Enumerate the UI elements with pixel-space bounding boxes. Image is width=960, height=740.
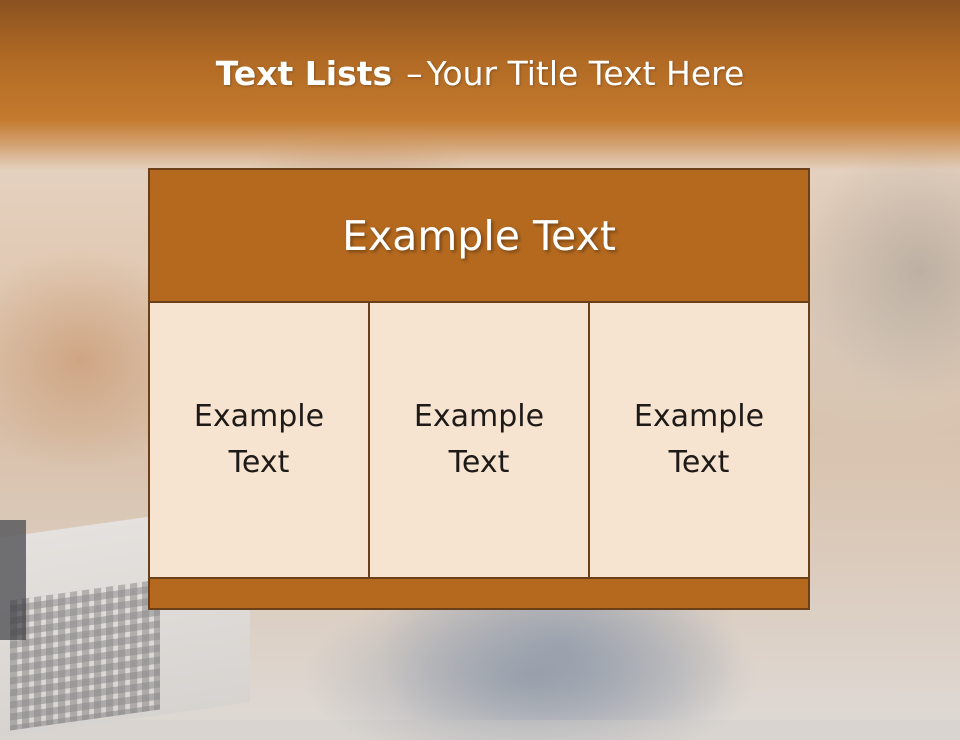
slide-title-rest: Your Title Text Here: [426, 54, 745, 93]
table-cells: Example Text Example Text Example Text: [150, 303, 808, 579]
table-cell-text: Example Text: [193, 399, 325, 480]
slide-title-bold: Text Lists: [215, 54, 393, 93]
text-list-table: Example Text Example Text Example Text E…: [148, 168, 810, 610]
table-cell-text: Example Text: [413, 399, 545, 480]
background-shadow: [800, 140, 960, 400]
table-header-text: Example Text: [342, 211, 616, 260]
slide-title: Text Lists – Your Title Text Here: [0, 52, 960, 96]
table-footer-bar: [150, 579, 808, 608]
table-cell-text: Example Text: [633, 399, 765, 480]
slide-title-separator: –: [406, 54, 423, 93]
background-keyboard: [10, 579, 160, 731]
table-header: Example Text: [150, 170, 808, 303]
table-cell-1: Example Text: [150, 303, 370, 577]
table-cell-2: Example Text: [370, 303, 590, 577]
table-cell-3: Example Text: [590, 303, 808, 577]
